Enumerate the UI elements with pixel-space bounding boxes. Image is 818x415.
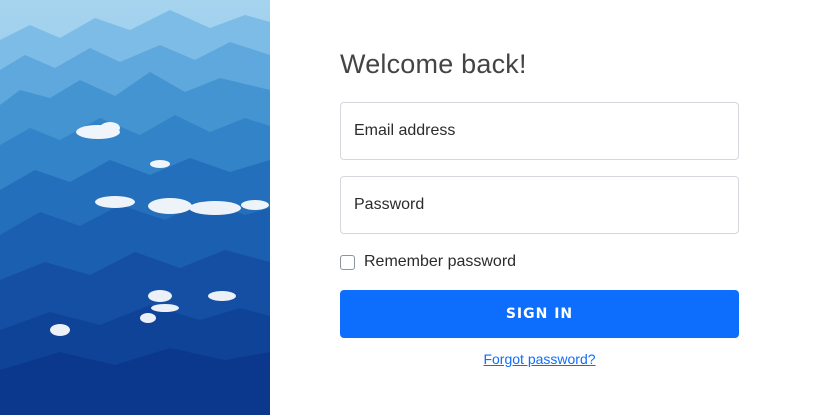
password-field[interactable]	[340, 176, 739, 234]
password-input[interactable]	[354, 196, 738, 214]
mountain-illustration	[0, 0, 270, 415]
email-field[interactable]	[340, 102, 739, 160]
forgot-password-link[interactable]: Forgot password?	[483, 351, 595, 367]
remember-password-checkbox[interactable]	[340, 254, 355, 270]
page-title: Welcome back!	[340, 49, 527, 79]
remember-password-label: Remember password	[364, 253, 517, 270]
forgot-password-container: Forgot password?	[340, 351, 739, 367]
hero-image	[0, 0, 270, 415]
remember-password-option[interactable]: Remember password	[340, 253, 516, 271]
sign-in-button[interactable]: SIGN IN	[340, 290, 739, 338]
login-panel: Welcome back! Remember password SIGN IN …	[270, 0, 818, 415]
email-input[interactable]	[354, 122, 738, 140]
